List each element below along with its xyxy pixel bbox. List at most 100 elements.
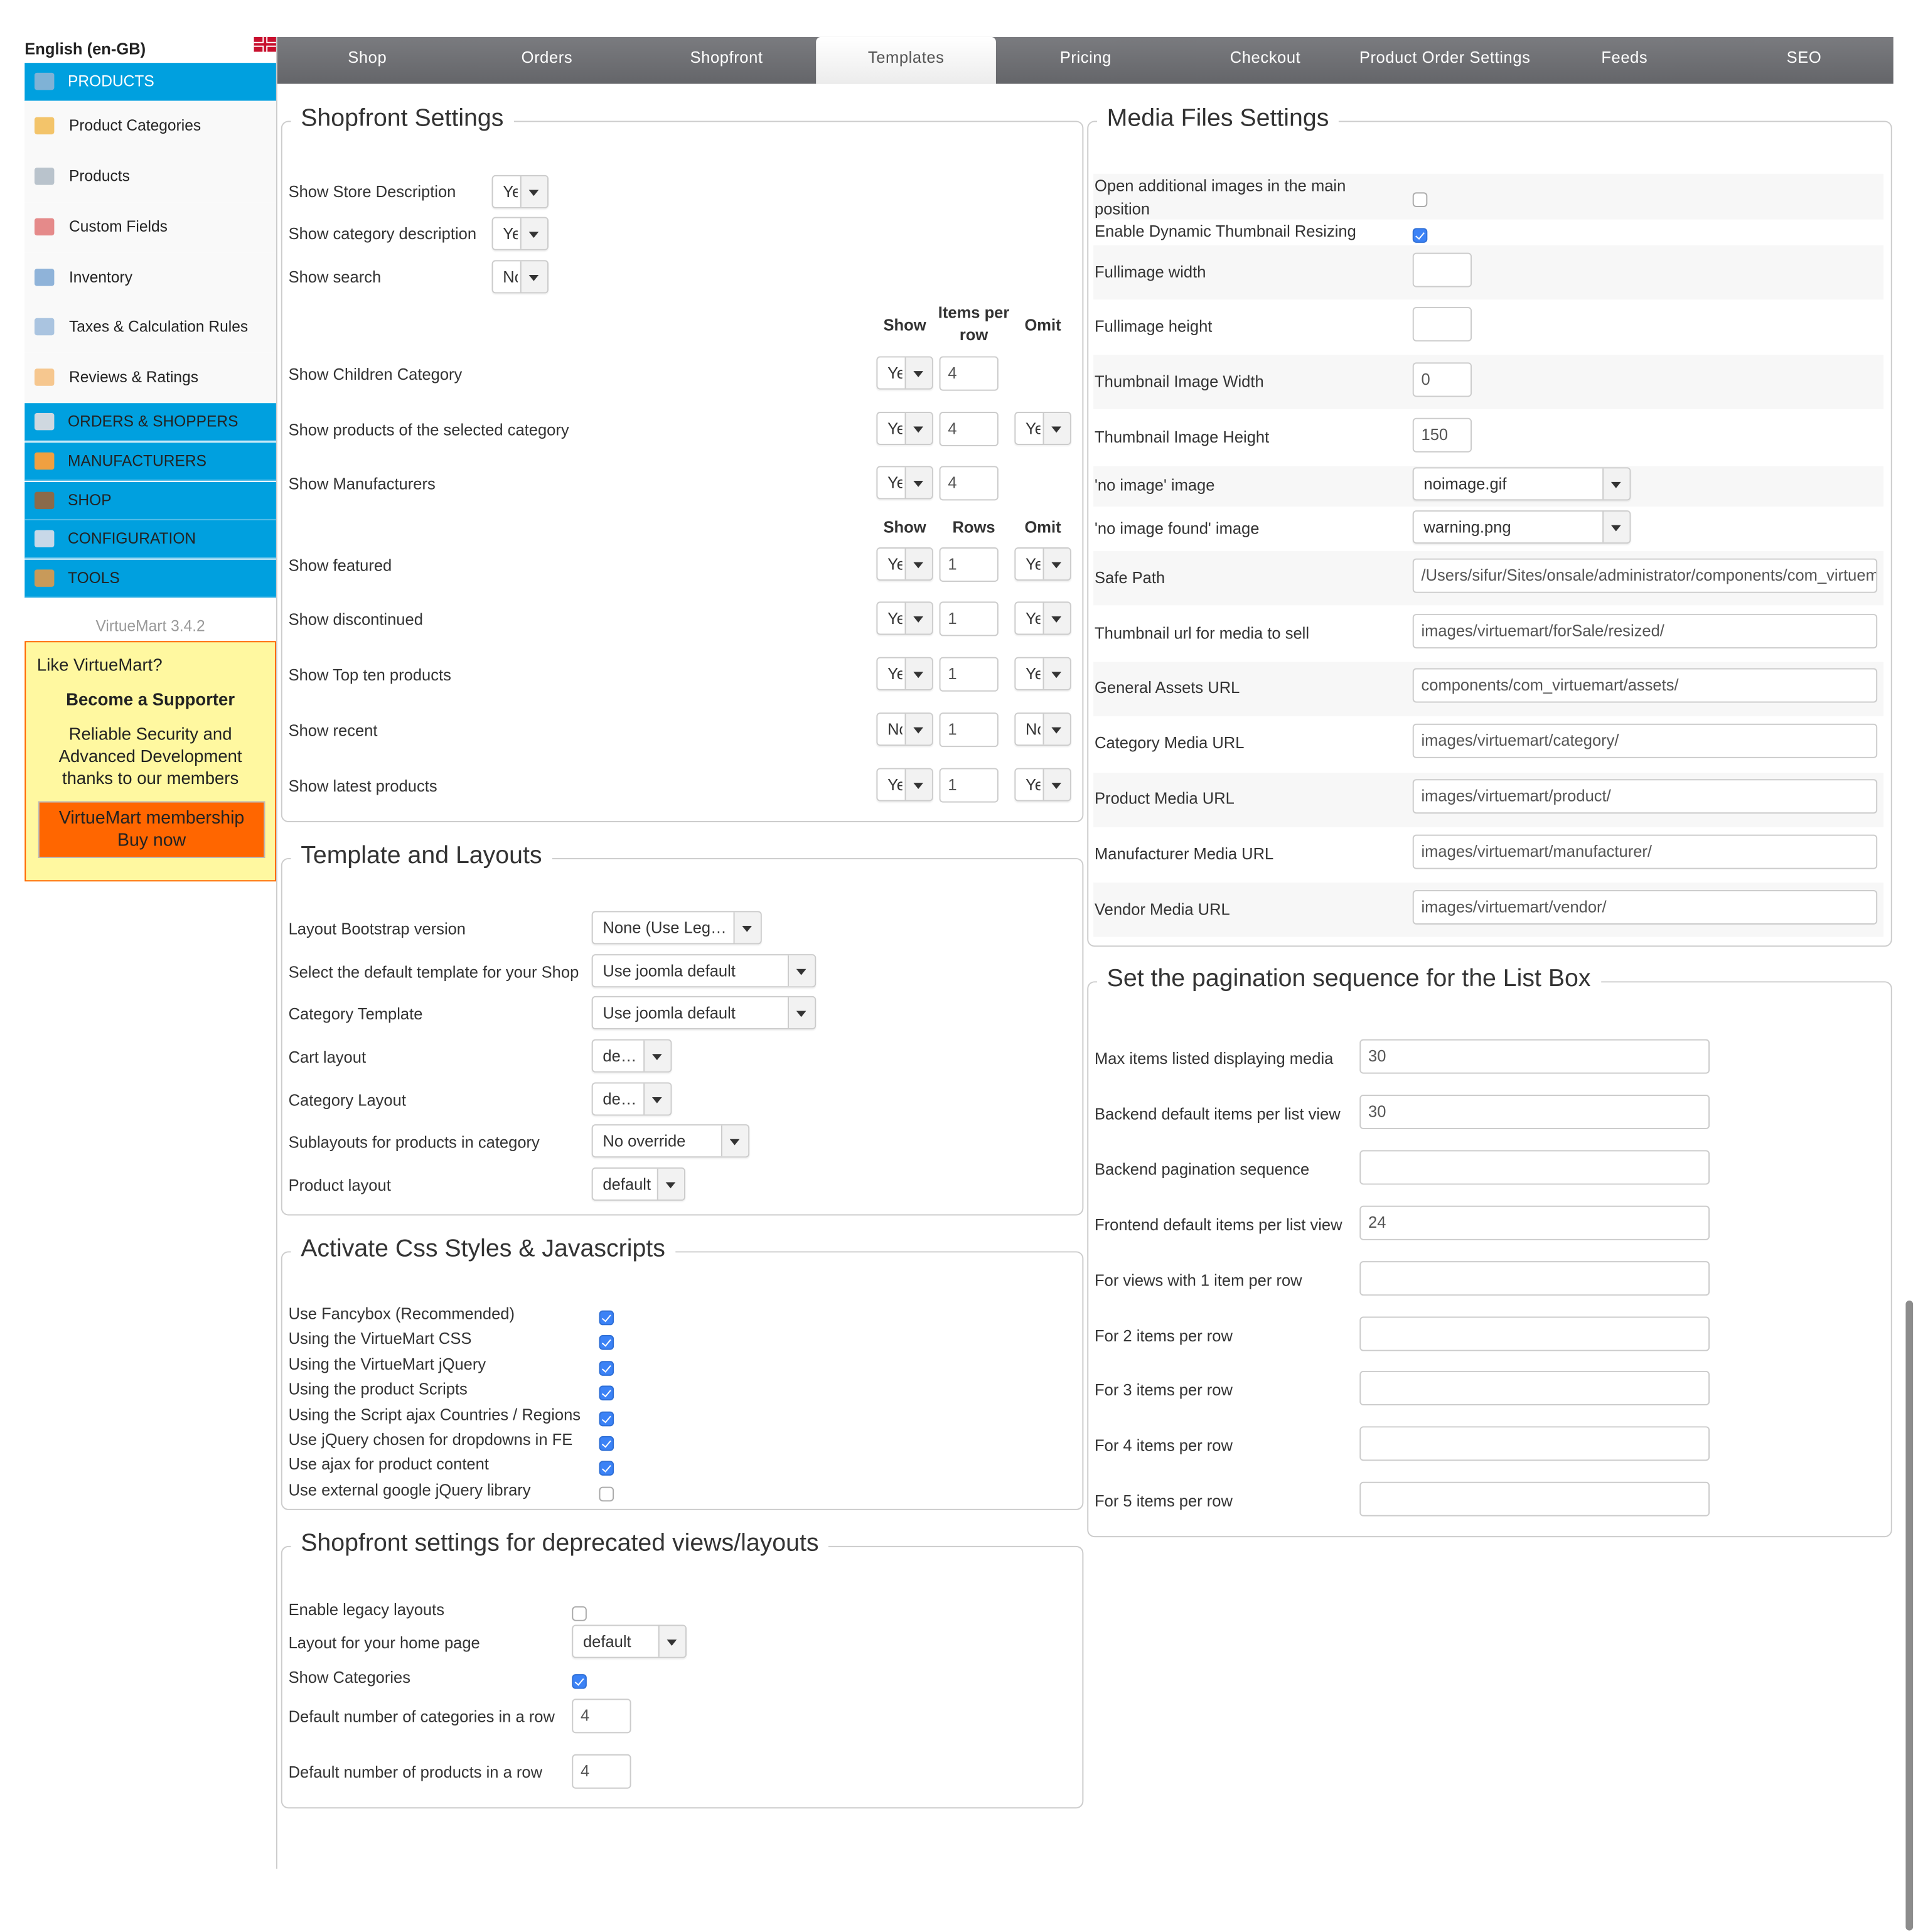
- pagination-input[interactable]: [1359, 1426, 1710, 1461]
- image-select[interactable]: warning.png: [1412, 510, 1631, 544]
- show-select[interactable]: No: [876, 712, 933, 746]
- path-input[interactable]: images/virtuemart/vendor/: [1412, 890, 1878, 925]
- omit-select[interactable]: Yes: [1014, 411, 1071, 446]
- chevron-down-icon[interactable]: [1602, 468, 1630, 500]
- tab[interactable]: SEO: [1714, 37, 1894, 84]
- checkbox[interactable]: [599, 1436, 614, 1451]
- sidebar-item[interactable]: Products: [24, 151, 276, 203]
- chevron-down-icon[interactable]: [1042, 658, 1070, 689]
- count-input[interactable]: 1: [939, 547, 999, 582]
- chevron-down-icon[interactable]: [904, 467, 932, 498]
- chevron-down-icon[interactable]: [904, 548, 932, 580]
- chevron-down-icon[interactable]: [904, 412, 932, 444]
- enable-legacy-checkbox[interactable]: [572, 1606, 587, 1621]
- chevron-down-icon[interactable]: [643, 1040, 671, 1071]
- sidebar-section[interactable]: TOOLS: [24, 559, 276, 598]
- chevron-down-icon[interactable]: [520, 218, 548, 249]
- chevron-down-icon[interactable]: [904, 769, 932, 800]
- option-select[interactable]: Yes: [491, 174, 549, 208]
- omit-select[interactable]: Yes: [1014, 601, 1071, 635]
- path-input[interactable]: images/virtuemart/product/: [1412, 779, 1878, 814]
- count-input[interactable]: 4: [939, 466, 999, 501]
- chevron-down-icon[interactable]: [904, 357, 932, 389]
- tab[interactable]: Checkout: [1176, 37, 1356, 84]
- option-select[interactable]: Yes: [491, 217, 549, 250]
- sidebar-section[interactable]: MANUFACTURERS: [24, 443, 276, 481]
- sidebar-item[interactable]: Taxes & Calculation Rules: [24, 302, 276, 353]
- pagination-input[interactable]: [1359, 1150, 1710, 1185]
- path-input[interactable]: images/virtuemart/forSale/resized/: [1412, 614, 1878, 649]
- tab[interactable]: Shopfront: [636, 37, 817, 84]
- home-layout-select[interactable]: default: [572, 1624, 687, 1658]
- chevron-down-icon[interactable]: [721, 1125, 749, 1157]
- pagination-input[interactable]: [1359, 1316, 1710, 1351]
- show-select[interactable]: Yes: [876, 657, 933, 690]
- show-select[interactable]: Yes: [876, 547, 933, 581]
- pagination-input[interactable]: [1359, 1260, 1710, 1296]
- chevron-down-icon[interactable]: [1042, 412, 1070, 444]
- products-per-row-input[interactable]: 4: [572, 1754, 631, 1789]
- layout-select[interactable]: default: [591, 1082, 672, 1116]
- count-input[interactable]: 1: [939, 768, 999, 803]
- count-input[interactable]: 1: [939, 712, 999, 748]
- size-input[interactable]: 0: [1412, 362, 1472, 397]
- sidebar-section[interactable]: SHOP: [24, 481, 276, 520]
- checkbox[interactable]: [1412, 192, 1428, 207]
- count-input[interactable]: 1: [939, 601, 999, 636]
- checkbox[interactable]: [599, 1486, 614, 1501]
- show-select[interactable]: Yes: [876, 356, 933, 390]
- tab[interactable]: Orders: [457, 37, 637, 84]
- chevron-down-icon[interactable]: [520, 176, 548, 207]
- sidebar-section[interactable]: ORDERS & SHOPPERS: [24, 403, 276, 442]
- pagination-input[interactable]: 24: [1359, 1205, 1710, 1240]
- sidebar-section-products[interactable]: PRODUCTS: [24, 63, 276, 102]
- checkbox[interactable]: [599, 1310, 614, 1326]
- size-input[interactable]: [1412, 307, 1472, 342]
- show-select[interactable]: Yes: [876, 768, 933, 802]
- show-select[interactable]: Yes: [876, 411, 933, 446]
- layout-select[interactable]: default: [591, 1039, 672, 1073]
- chevron-down-icon[interactable]: [520, 261, 548, 292]
- chevron-down-icon[interactable]: [904, 658, 932, 689]
- tab[interactable]: Shop: [277, 37, 458, 84]
- sidebar-section[interactable]: CONFIGURATION: [24, 520, 276, 559]
- sidebar-item[interactable]: Inventory: [24, 252, 276, 304]
- path-input[interactable]: images/virtuemart/category/: [1412, 723, 1878, 758]
- checkbox[interactable]: [599, 1461, 614, 1476]
- tab[interactable]: Templates: [816, 36, 997, 84]
- omit-select[interactable]: Yes: [1014, 547, 1071, 581]
- tab[interactable]: Product Order Settings: [1355, 37, 1535, 84]
- pagination-input[interactable]: [1359, 1482, 1710, 1517]
- chevron-down-icon[interactable]: [1042, 548, 1070, 580]
- sidebar-item[interactable]: Custom Fields: [24, 202, 276, 253]
- omit-select[interactable]: No: [1014, 712, 1071, 746]
- pagination-input[interactable]: [1359, 1371, 1710, 1406]
- chevron-down-icon[interactable]: [904, 714, 932, 745]
- checkbox[interactable]: [599, 1335, 614, 1351]
- path-input[interactable]: images/virtuemart/manufacturer/: [1412, 834, 1878, 869]
- show-categories-checkbox[interactable]: [572, 1674, 587, 1689]
- chevron-down-icon[interactable]: [658, 1626, 685, 1657]
- chevron-down-icon[interactable]: [733, 912, 761, 943]
- categories-per-row-input[interactable]: 4: [572, 1699, 631, 1734]
- image-select[interactable]: noimage.gif: [1412, 467, 1631, 501]
- size-input[interactable]: 150: [1412, 417, 1472, 453]
- layout-select[interactable]: Use joomla default: [591, 996, 817, 1029]
- checkbox[interactable]: [1412, 228, 1428, 243]
- chevron-down-icon[interactable]: [1042, 714, 1070, 745]
- sidebar-item[interactable]: Reviews & Ratings: [24, 352, 276, 404]
- chevron-down-icon[interactable]: [1602, 512, 1630, 543]
- chevron-down-icon[interactable]: [787, 955, 815, 987]
- tab[interactable]: Pricing: [996, 37, 1176, 84]
- show-select[interactable]: Yes: [876, 466, 933, 500]
- count-input[interactable]: 4: [939, 356, 999, 391]
- layout-select[interactable]: default: [591, 1167, 685, 1201]
- path-input[interactable]: components/com_virtuemart/assets/: [1412, 668, 1878, 703]
- tab[interactable]: Feeds: [1535, 37, 1715, 84]
- show-select[interactable]: Yes: [876, 601, 933, 635]
- chevron-down-icon[interactable]: [1042, 769, 1070, 800]
- sidebar-item[interactable]: Product Categories: [24, 101, 276, 152]
- path-input[interactable]: /Users/sifur/Sites/onsale/administrator/…: [1412, 558, 1878, 593]
- size-input[interactable]: [1412, 252, 1472, 287]
- checkbox[interactable]: [599, 1360, 614, 1376]
